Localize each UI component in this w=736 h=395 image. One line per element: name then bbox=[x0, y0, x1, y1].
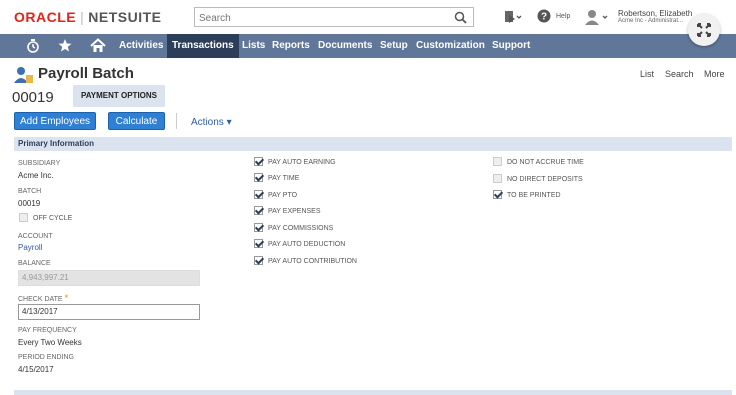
pay-time-checkbox[interactable] bbox=[254, 173, 263, 182]
required-icon: * bbox=[64, 293, 69, 303]
nav-documents[interactable]: Documents bbox=[318, 34, 372, 58]
pay-auto-earning-checkbox[interactable] bbox=[254, 157, 263, 166]
period-ending-label: PERIOD ENDING bbox=[18, 354, 75, 361]
pay-pto-checkbox[interactable] bbox=[254, 190, 263, 199]
do-not-accrue-time-checkbox[interactable] bbox=[493, 157, 502, 166]
recent-records-icon[interactable] bbox=[504, 9, 522, 30]
nav-transactions[interactable]: Transactions bbox=[167, 34, 239, 58]
pay-frequency-value: Every Two Weeks bbox=[18, 338, 82, 347]
logo-netsuite: NETSUITE bbox=[88, 9, 162, 25]
list-link[interactable]: List bbox=[640, 69, 654, 79]
nav-support[interactable]: Support bbox=[492, 34, 530, 58]
user-avatar-icon[interactable] bbox=[584, 9, 610, 30]
page-title: Payroll Batch bbox=[38, 65, 134, 82]
account-label: ACCOUNT bbox=[18, 233, 53, 240]
pay-frequency-label: PAY FREQUENCY bbox=[18, 327, 77, 334]
pay-expenses-checkbox[interactable] bbox=[254, 206, 263, 215]
tab-payment-options[interactable]: PAYMENT OPTIONS bbox=[73, 85, 165, 107]
batch-value: 00019 bbox=[18, 199, 41, 208]
payroll-batch-icon bbox=[14, 66, 34, 89]
subsidiary-label: SUBSIDIARY bbox=[18, 160, 61, 167]
add-employees-button[interactable]: Add Employees bbox=[14, 112, 96, 130]
user-name[interactable]: Robertson, Elizabeth bbox=[618, 9, 692, 18]
period-ending-value: 4/15/2017 bbox=[18, 365, 54, 374]
next-section-bar bbox=[14, 390, 732, 395]
user-role[interactable]: Acme Inc - Administrat... bbox=[618, 18, 683, 24]
no-direct-deposits-checkbox[interactable] bbox=[493, 174, 502, 183]
search-input[interactable] bbox=[195, 9, 445, 28]
search-link[interactable]: Search bbox=[665, 69, 694, 79]
search-icon[interactable] bbox=[454, 11, 467, 29]
to-be-printed-label: TO BE PRINTED bbox=[507, 192, 561, 199]
pay-auto-deduction-label: PAY AUTO DEDUCTION bbox=[268, 241, 346, 248]
nav-lists[interactable]: Lists bbox=[242, 34, 265, 58]
svg-text:?: ? bbox=[541, 12, 547, 23]
more-link[interactable]: More bbox=[704, 69, 725, 79]
pay-commissions-checkbox[interactable] bbox=[254, 223, 263, 232]
logo-separator: | bbox=[80, 9, 85, 25]
batch-label: BATCH bbox=[18, 188, 42, 195]
pay-pto-label: PAY PTO bbox=[268, 192, 298, 199]
fullscreen-button[interactable] bbox=[688, 14, 720, 46]
do-not-accrue-time-label: DO NOT ACCRUE TIME bbox=[507, 159, 584, 166]
section-primary-information[interactable]: Primary Information bbox=[14, 137, 732, 151]
pay-expenses-label: PAY EXPENSES bbox=[268, 208, 321, 215]
pay-time-label: PAY TIME bbox=[268, 175, 300, 182]
nav-activities[interactable]: Activities bbox=[119, 34, 163, 58]
global-search bbox=[194, 7, 474, 29]
main-nav: Activities Transactions Lists Reports Do… bbox=[0, 34, 736, 58]
off-cycle-checkbox[interactable] bbox=[19, 213, 28, 222]
netsuite-logo[interactable]: ORACLE | NETSUITE bbox=[14, 9, 162, 25]
pay-auto-deduction-checkbox[interactable] bbox=[254, 239, 263, 248]
expand-icon bbox=[697, 23, 711, 37]
logo-oracle: ORACLE bbox=[14, 9, 77, 25]
balance-label: BALANCE bbox=[18, 260, 51, 267]
record-number: 00019 bbox=[12, 89, 54, 106]
pay-commissions-label: PAY COMMISSIONS bbox=[268, 225, 334, 232]
no-direct-deposits-label: NO DIRECT DEPOSITS bbox=[507, 176, 583, 183]
account-value[interactable]: Payroll bbox=[18, 243, 42, 252]
home-icon[interactable] bbox=[90, 38, 106, 58]
help-label[interactable]: Help bbox=[556, 13, 570, 20]
check-date-field[interactable]: 4/13/2017 bbox=[18, 304, 200, 320]
pay-auto-contribution-checkbox[interactable] bbox=[254, 256, 263, 265]
subsidiary-value: Acme Inc. bbox=[18, 171, 54, 180]
star-icon[interactable] bbox=[58, 38, 72, 58]
pay-auto-earning-label: PAY AUTO EARNING bbox=[268, 159, 336, 166]
actions-menu[interactable]: Actions ▾ bbox=[191, 117, 232, 128]
balance-field: 4,943,997.21 bbox=[18, 270, 200, 286]
help-icon[interactable]: ? bbox=[537, 9, 551, 28]
nav-setup[interactable]: Setup bbox=[380, 34, 408, 58]
check-date-label-text: CHECK DATE bbox=[18, 296, 63, 303]
off-cycle-label: OFF CYCLE bbox=[33, 215, 73, 222]
toolbar-divider bbox=[176, 113, 177, 129]
pay-auto-contribution-label: PAY AUTO CONTRIBUTION bbox=[268, 258, 357, 265]
recent-icon[interactable] bbox=[26, 38, 40, 59]
check-date-label: CHECK DATE * bbox=[18, 293, 68, 303]
nav-reports[interactable]: Reports bbox=[272, 34, 310, 58]
calculate-button[interactable]: Calculate bbox=[108, 112, 165, 130]
top-header: ORACLE|NETSUITE ? Help Robertson, Elizab… bbox=[0, 0, 736, 34]
to-be-printed-checkbox[interactable] bbox=[493, 190, 502, 199]
nav-customization[interactable]: Customization bbox=[416, 34, 485, 58]
